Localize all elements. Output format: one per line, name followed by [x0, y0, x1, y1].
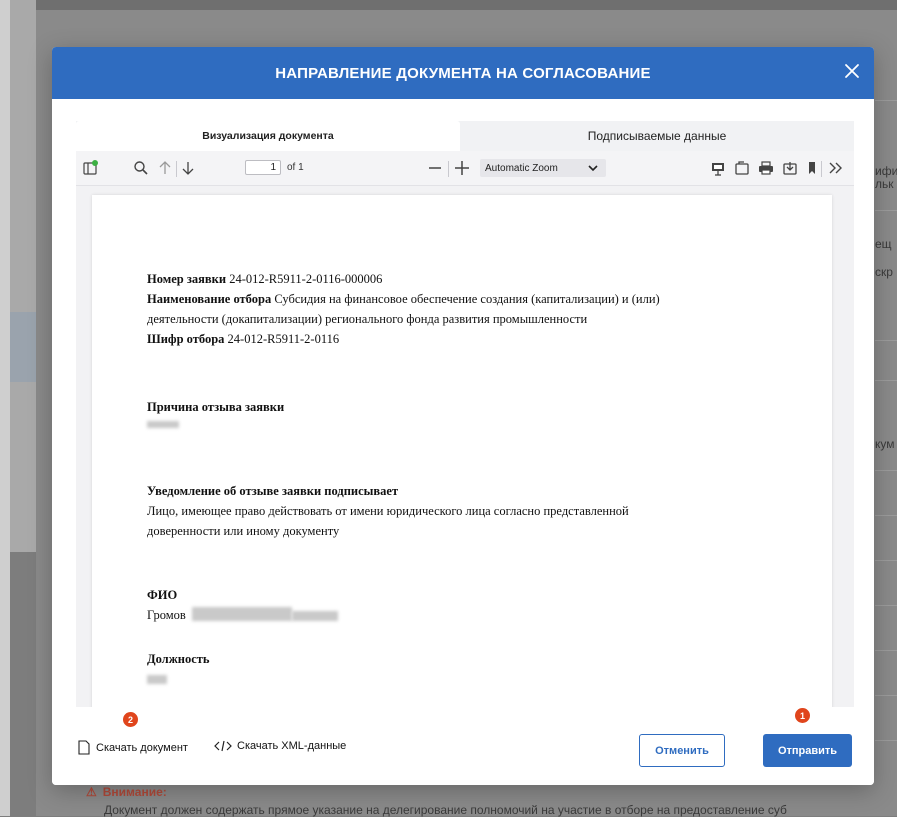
- doc-number-line: Номер заявки 24-012-R5911-2-0116-000006: [147, 271, 382, 287]
- zoom-select-value: Automatic Zoom: [485, 162, 558, 174]
- close-icon[interactable]: [842, 61, 862, 81]
- doc-fio-label-text: ФИО: [147, 588, 178, 602]
- background-divider: [875, 650, 897, 651]
- warning-text: Документ должен содержать прямое указани…: [104, 803, 787, 817]
- background-text-fragment: кум: [875, 437, 895, 451]
- doc-reason-label: Причина отзыва заявки: [147, 399, 284, 415]
- redacted-value: [147, 675, 167, 684]
- toolbar-separator: [176, 161, 177, 177]
- page-count: of 1: [287, 162, 304, 173]
- doc-notice-line1: Лицо, имеющее право действовать от имени…: [147, 504, 629, 518]
- zoom-in-icon[interactable]: [454, 160, 470, 176]
- doc-cipher-line: Шифр отбора 24-012-R5911-2-0116: [147, 331, 339, 347]
- modal-footer: 2 Скачать документ Скачать XML-данные 1 …: [52, 707, 874, 785]
- doc-notice-label-text: Уведомление об отзыве заявки подписывает: [147, 484, 399, 498]
- approval-modal: НАПРАВЛЕНИЕ ДОКУМЕНТА НА СОГЛАСОВАНИЕ Ви…: [52, 47, 874, 785]
- search-icon[interactable]: [133, 160, 149, 176]
- background-divider: [875, 740, 897, 741]
- bookmark-icon[interactable]: [806, 160, 818, 176]
- doc-cipher-value: 24-012-R5911-2-0116: [227, 332, 340, 346]
- zoom-out-icon[interactable]: [428, 160, 442, 176]
- download-document-link[interactable]: Скачать документ: [78, 740, 188, 755]
- background-topbar: [36, 0, 897, 10]
- background-divider: [875, 605, 897, 606]
- background-sidebar-highlight: [10, 312, 36, 382]
- code-icon: [214, 740, 232, 752]
- toolbar-separator: [448, 161, 449, 177]
- page-number-input[interactable]: 1: [245, 160, 281, 175]
- doc-notice-label: Уведомление об отзыве заявки подписывает: [147, 483, 398, 499]
- background-text-fragment: льк: [875, 177, 894, 191]
- arrow-down-icon[interactable]: [181, 160, 195, 176]
- doc-cipher-label: Шифр отбора: [147, 332, 225, 346]
- doc-position-label: Должность: [147, 651, 210, 667]
- download-xml-label: Скачать XML-данные: [237, 740, 347, 752]
- background-divider: [875, 380, 897, 381]
- more-tools-icon[interactable]: [828, 160, 844, 176]
- pdf-page: Номер заявки 24-012-R5911-2-0116-000006 …: [92, 195, 832, 715]
- download-icon[interactable]: [782, 160, 798, 176]
- warning-title-text: Внимание:: [102, 785, 167, 799]
- background-divider: [875, 515, 897, 516]
- tab-bar: Визуализация документа Подписываемые дан…: [76, 121, 854, 151]
- doc-selection-label: Наименование отбора: [147, 292, 272, 306]
- background-divider: [875, 560, 897, 561]
- send-button[interactable]: Отправить: [763, 734, 852, 767]
- warning-icon: ⚠: [86, 785, 97, 799]
- arrow-up-icon[interactable]: [158, 160, 172, 176]
- doc-fio-label: ФИО: [147, 587, 177, 603]
- hint-badge: 1: [795, 708, 810, 723]
- doc-fio-value: Громов: [147, 608, 186, 622]
- zoom-select[interactable]: Automatic Zoom: [480, 159, 606, 177]
- modal-header: НАПРАВЛЕНИЕ ДОКУМЕНТА НА СОГЛАСОВАНИЕ: [52, 47, 874, 99]
- pdf-toolbar: 1 of 1 Automatic Zoom: [76, 151, 854, 186]
- chevron-down-icon: [588, 163, 598, 176]
- presentation-mode-icon[interactable]: [710, 160, 726, 176]
- redacted-value: [192, 607, 292, 621]
- doc-selection-line: Наименование отбора Субсидия на финансов…: [147, 291, 660, 307]
- background-divider: [875, 100, 897, 101]
- doc-selection-line2: деятельности (докапитализации) региональ…: [147, 312, 588, 326]
- pdf-viewer: 1 of 1 Automatic Zoom Номер заявки 24-01…: [76, 151, 854, 715]
- hint-badge: 2: [123, 712, 138, 727]
- sidebar-toggle-icon[interactable]: [82, 160, 98, 176]
- background-divider: [875, 470, 897, 471]
- document-icon: [78, 740, 90, 755]
- doc-notice-line2: доверенности или иному документу: [147, 524, 340, 538]
- background-divider: [875, 340, 897, 341]
- doc-number-value: 24-012-R5911-2-0116-000006: [229, 272, 383, 286]
- open-file-icon[interactable]: [734, 160, 750, 176]
- tab-signed-data[interactable]: Подписываемые данные: [460, 121, 854, 151]
- background-divider: [875, 695, 897, 696]
- redacted-value: [292, 611, 338, 621]
- background-text-fragment: ещ: [875, 237, 892, 251]
- toolbar-separator: [821, 161, 822, 177]
- download-xml-link[interactable]: Скачать XML-данные: [214, 740, 346, 752]
- doc-number-label: Номер заявки: [147, 272, 227, 286]
- background-edge: [0, 0, 10, 816]
- download-document-label: Скачать документ: [96, 741, 188, 754]
- background-sidebar: [10, 0, 37, 552]
- background-divider: [875, 210, 897, 211]
- print-icon[interactable]: [758, 160, 774, 176]
- cancel-button[interactable]: Отменить: [639, 734, 725, 767]
- doc-selection-value: Субсидия на финансовое обеспечение созда…: [274, 292, 660, 306]
- warning-title: ⚠ Внимание:: [86, 785, 167, 799]
- doc-position-label-text: Должность: [147, 652, 210, 666]
- doc-reason-label-text: Причина отзыва заявки: [147, 400, 285, 414]
- background-text-fragment: скр: [875, 265, 893, 279]
- redacted-value: [147, 421, 179, 428]
- tab-visualization[interactable]: Визуализация документа: [76, 121, 460, 151]
- modal-title: НАПРАВЛЕНИЕ ДОКУМЕНТА НА СОГЛАСОВАНИЕ: [275, 64, 651, 82]
